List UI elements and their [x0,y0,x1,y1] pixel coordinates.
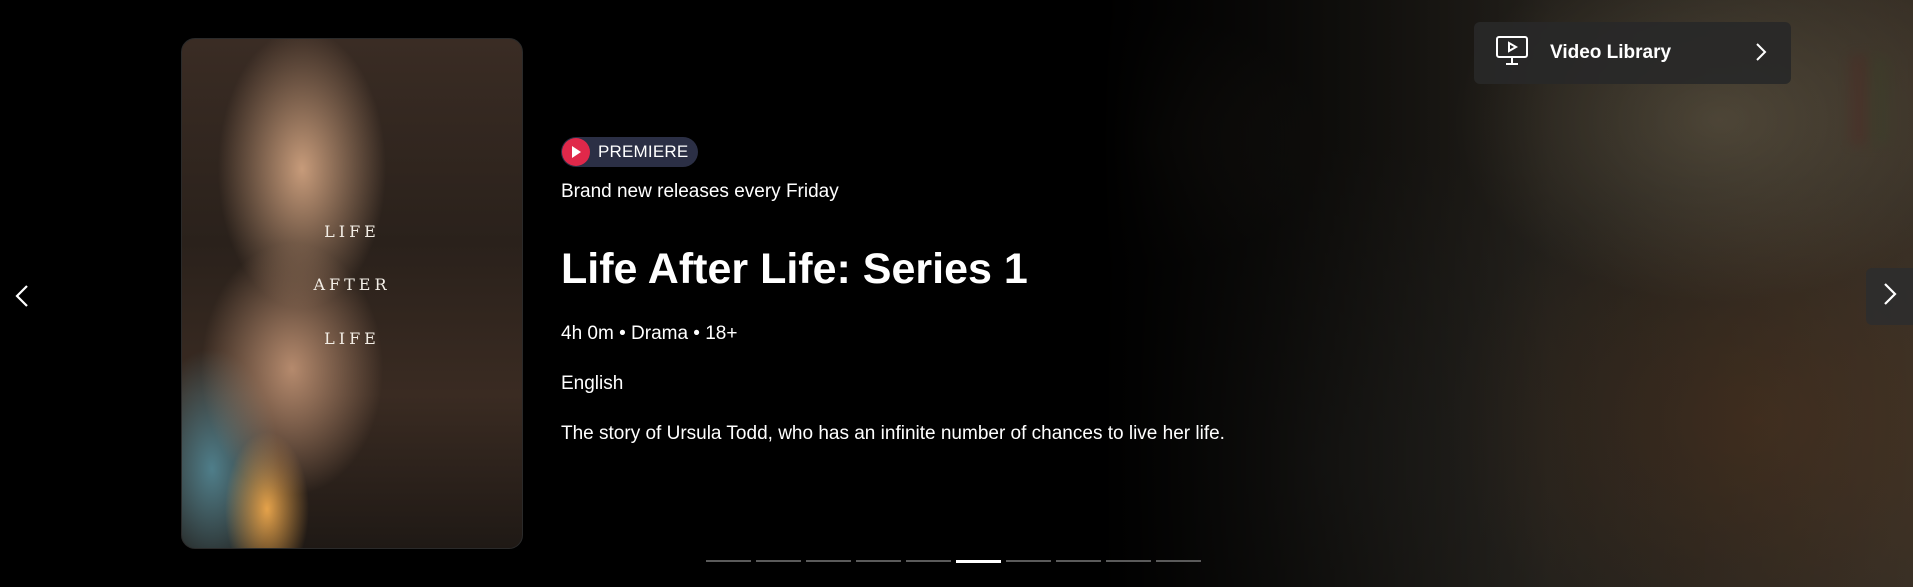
tagline: Brand new releases every Friday [561,181,839,202]
video-library-label: Video Library [1550,42,1672,63]
pager-segment[interactable] [806,560,851,562]
monitor-play-icon [1496,35,1528,71]
pager-segment[interactable] [856,560,901,562]
show-meta: 4h 0m • Drama • 18+ [561,323,738,344]
poster-title-line: AFTER [313,275,391,294]
pager-segment[interactable] [706,560,751,562]
pager-segment[interactable] [1006,560,1051,562]
pager-segment[interactable] [906,560,951,562]
pager-segment[interactable] [1156,560,1201,562]
pager-segment[interactable] [1106,560,1151,562]
previous-slide-button[interactable] [8,280,36,316]
show-synopsis: The story of Ursula Todd, who has an inf… [561,423,1225,444]
pager-segment[interactable] [756,560,801,562]
poster-title-line: LIFE [324,222,380,241]
hero-carousel: LIFE AFTER LIFE PREMIERE Brand new relea… [0,0,1913,587]
chevron-right-icon [1755,42,1767,67]
pager-segment[interactable] [1056,560,1101,562]
video-library-button[interactable]: Video Library [1474,22,1791,84]
show-title[interactable]: Life After Life: Series 1 [561,245,1028,294]
badge-label: PREMIERE [598,142,689,161]
poster-image[interactable]: LIFE AFTER LIFE [181,38,523,549]
chevron-left-icon [15,284,29,313]
poster-title-line: LIFE [324,329,380,348]
chevron-right-icon [1883,282,1897,311]
pager-segment[interactable] [956,560,1001,563]
play-icon [562,138,590,166]
show-language: English [561,373,624,394]
premiere-badge: PREMIERE [561,137,699,167]
carousel-pager [706,560,1201,563]
next-slide-button[interactable] [1866,268,1913,325]
